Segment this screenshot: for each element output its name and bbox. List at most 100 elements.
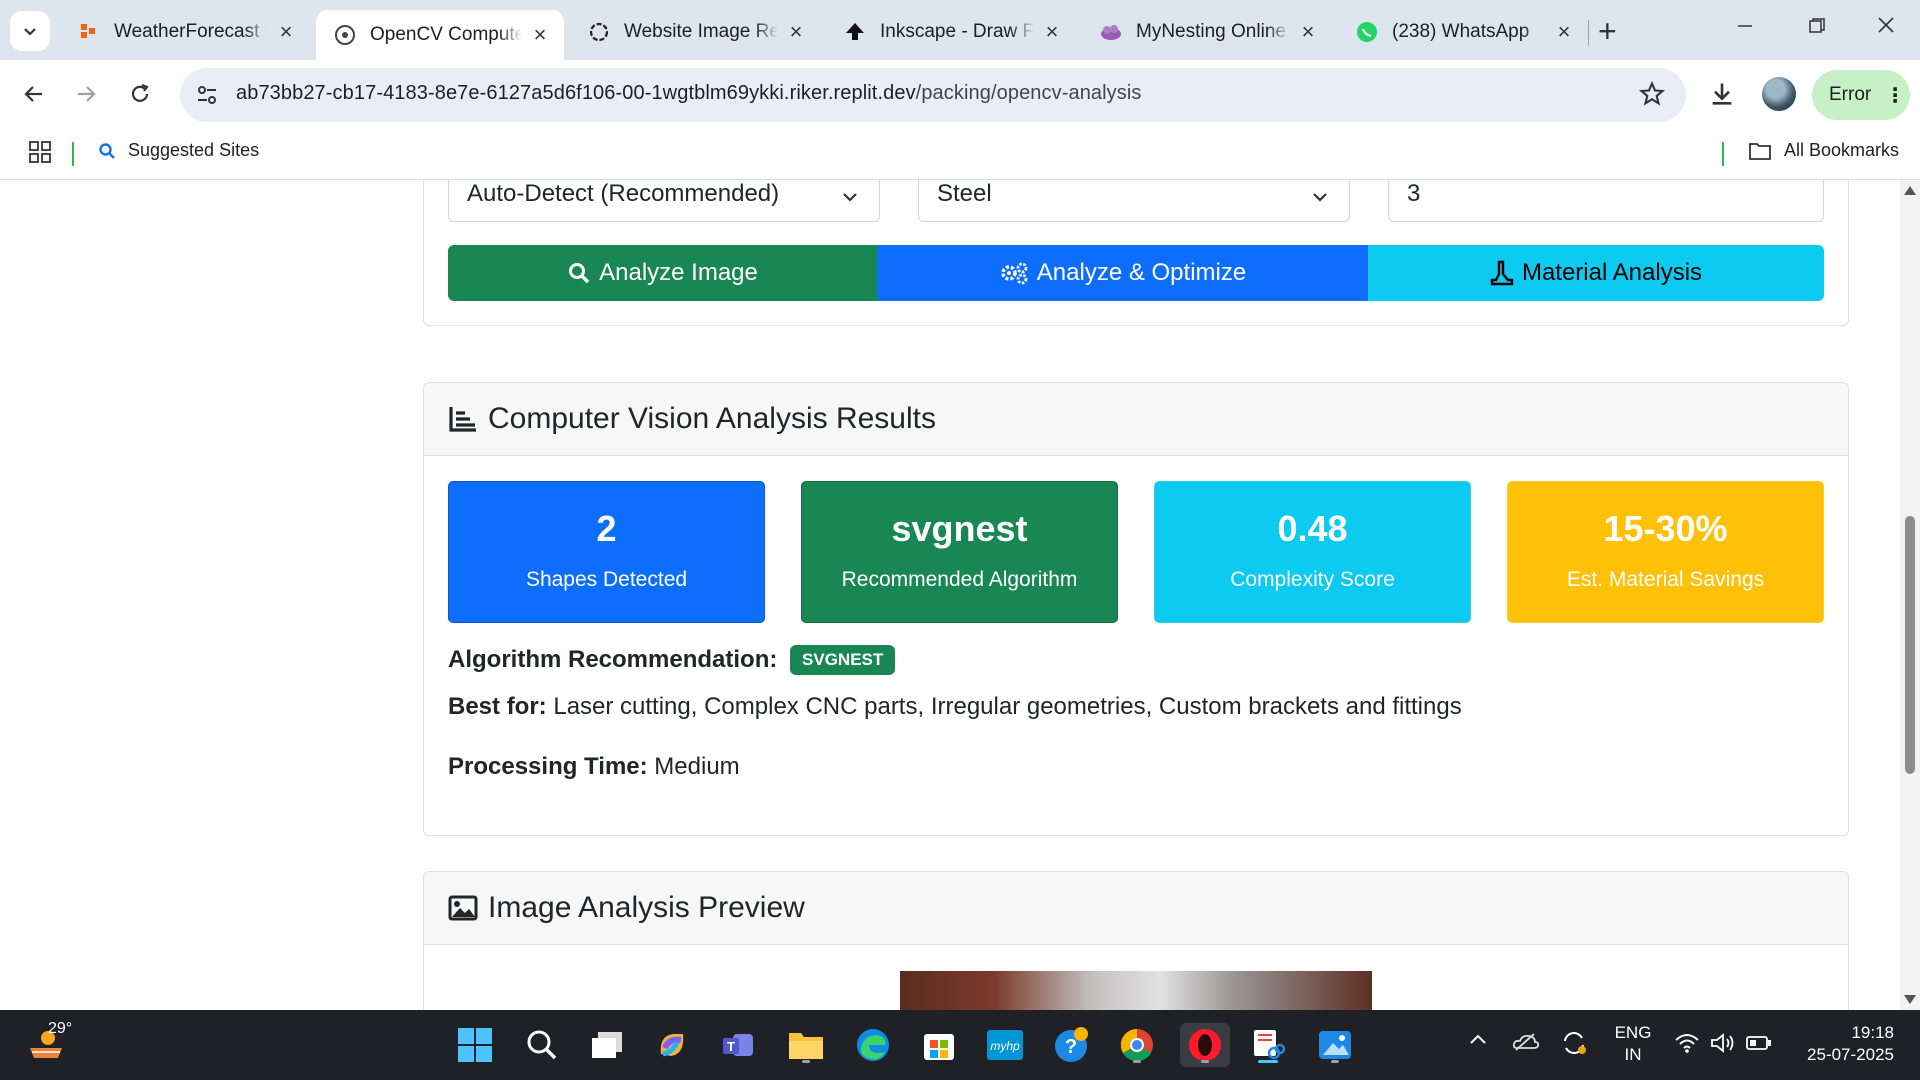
tab-mynesting[interactable]: MyNesting Online × <box>1082 10 1332 54</box>
url-text[interactable]: ab73bb27-cb17-4183-8e7e-6127a5d6f106-00-… <box>236 82 1142 105</box>
volume-icon[interactable] <box>1710 1032 1736 1060</box>
algorithm-recommendation-label: Algorithm Recommendation: <box>448 646 778 673</box>
weight-icon <box>1490 260 1514 286</box>
replit-icon <box>334 24 356 46</box>
stat-label: Shapes Detected <box>525 568 688 591</box>
stat-recommended-algorithm: svgnest Recommended Algorithm <box>801 481 1118 623</box>
close-icon[interactable]: × <box>528 23 552 47</box>
mynesting-icon <box>1100 21 1122 43</box>
url-path: /packing/opencv-analysis <box>915 82 1142 104</box>
svg-text:myhp: myhp <box>990 1039 1020 1053</box>
tab-opencv[interactable]: OpenCV Computer × <box>316 10 564 60</box>
task-view-button[interactable] <box>585 1023 629 1067</box>
windows-icon <box>458 1028 492 1062</box>
algorithm-badge: SVGNEST <box>790 645 896 675</box>
wifi-icon[interactable] <box>1674 1032 1700 1060</box>
apps-grid-icon[interactable] <box>28 140 52 169</box>
onedrive-icon[interactable] <box>1512 1032 1540 1058</box>
svg-text:T: T <box>727 1039 735 1054</box>
tab-title: Inkscape - Draw Fr <box>880 21 1034 42</box>
material-select[interactable]: Steel <box>918 180 1350 222</box>
material-analysis-button[interactable]: Material Analysis <box>1368 245 1824 301</box>
photos-button[interactable] <box>1313 1023 1357 1067</box>
back-button[interactable] <box>14 74 54 114</box>
copilot-icon <box>660 1034 684 1057</box>
close-icon[interactable]: × <box>1296 20 1320 44</box>
bookmark-divider <box>72 142 74 166</box>
folder-icon <box>1749 142 1771 160</box>
tab-whatsapp[interactable]: (238) WhatsApp × <box>1338 10 1588 54</box>
sync-icon[interactable] <box>1560 1030 1588 1062</box>
taskbar-search-button[interactable] <box>520 1023 564 1067</box>
clock-date: 25-07-2025 <box>1807 1045 1894 1064</box>
bookmark-divider <box>1722 142 1724 166</box>
tab-weatherforecast[interactable]: WeatherForecast - × <box>60 10 310 54</box>
weather-temp: 29° <box>48 1020 73 1037</box>
bookmark-suggested-sites[interactable]: Suggested Sites <box>98 140 259 161</box>
analyze-image-button[interactable]: Analyze Image <box>448 245 877 301</box>
results-card: Computer Vision Analysis Results 2 Shape… <box>423 382 1849 836</box>
weather-widget[interactable]: 29° <box>26 1020 72 1069</box>
close-icon[interactable]: × <box>1040 20 1064 44</box>
minimize-icon <box>1738 25 1752 27</box>
download-icon[interactable] <box>1708 80 1736 113</box>
restore-button[interactable] <box>1808 14 1826 42</box>
clock[interactable]: 19:18 25-07-2025 <box>1794 1022 1894 1066</box>
close-icon[interactable]: × <box>1552 20 1576 44</box>
chrome-button[interactable] <box>1115 1023 1159 1067</box>
edge-button[interactable] <box>851 1023 895 1067</box>
image-icon <box>448 895 478 921</box>
close-icon[interactable]: × <box>274 20 298 44</box>
bookmark-label: Suggested Sites <box>128 140 260 160</box>
results-title: Computer Vision Analysis Results <box>488 402 936 435</box>
tab-inkscape[interactable]: Inkscape - Draw Fr × <box>826 10 1076 54</box>
opera-button[interactable] <box>1180 1023 1230 1067</box>
site-info-icon[interactable] <box>194 82 220 113</box>
algorithm-recommendation-line: Algorithm Recommendation: SVGNEST <box>448 645 896 675</box>
new-tab-button[interactable]: + <box>1598 14 1617 48</box>
start-button[interactable] <box>453 1023 497 1067</box>
battery-icon[interactable] <box>1746 1034 1772 1058</box>
processing-time-value: Medium <box>647 753 740 780</box>
close-icon[interactable]: × <box>784 20 808 44</box>
tray-overflow-icon[interactable] <box>1468 1030 1488 1052</box>
get-help-button[interactable]: ? <box>1050 1023 1094 1067</box>
scrollbar-thumb[interactable] <box>1905 516 1915 774</box>
shape-type-select[interactable]: Auto-Detect (Recommended) <box>448 180 880 222</box>
reload-button[interactable] <box>120 74 160 114</box>
scroll-up-icon[interactable] <box>1904 186 1916 195</box>
teams-button[interactable]: T <box>717 1023 761 1067</box>
language-indicator[interactable]: ENG IN <box>1610 1022 1656 1066</box>
tab-website-image[interactable]: Website Image Rec × <box>570 10 820 54</box>
file-explorer-button[interactable] <box>784 1023 828 1067</box>
copilot-button[interactable] <box>650 1023 694 1067</box>
tab-strip: WeatherForecast - × OpenCV Computer × We… <box>0 0 1920 60</box>
error-label: Error <box>1829 84 1872 105</box>
chevron-down-icon <box>1311 185 1329 213</box>
all-bookmarks-button[interactable]: All Bookmarks <box>1748 140 1899 161</box>
tab-title: Website Image Rec <box>624 21 778 42</box>
page-scrollbar[interactable] <box>1900 180 1920 1010</box>
profile-avatar[interactable] <box>1762 77 1796 111</box>
myhp-button[interactable]: myhp <box>983 1023 1027 1067</box>
chart-bar-icon <box>449 407 476 432</box>
stat-value: 2 <box>596 508 617 549</box>
running-indicator <box>1331 1060 1339 1063</box>
close-window-button[interactable] <box>1876 14 1896 42</box>
best-for-value: Laser cutting, Complex CNC parts, Irregu… <box>546 693 1462 720</box>
restore-icon <box>1809 18 1825 33</box>
star-icon[interactable] <box>1638 80 1666 113</box>
store-button[interactable] <box>917 1023 961 1067</box>
quantity-input[interactable]: 3 <box>1388 180 1824 222</box>
url-host: ab73bb27-cb17-4183-8e7e-6127a5d6f106-00-… <box>236 82 916 104</box>
analyze-optimize-button[interactable]: Analyze & Optimize <box>877 245 1368 301</box>
address-bar[interactable]: ab73bb27-cb17-4183-8e7e-6127a5d6f106-00-… <box>180 68 1686 122</box>
minimize-button[interactable] <box>1736 14 1754 42</box>
scroll-down-icon[interactable] <box>1904 995 1916 1004</box>
chevron-down-icon <box>841 185 859 213</box>
forward-button[interactable] <box>66 74 106 114</box>
arrow-right-icon <box>78 86 96 102</box>
snipping-tool-button[interactable] <box>1246 1023 1290 1067</box>
tab-search-button[interactable] <box>10 11 50 51</box>
error-menu-button[interactable]: Error ⋮ <box>1812 70 1910 120</box>
